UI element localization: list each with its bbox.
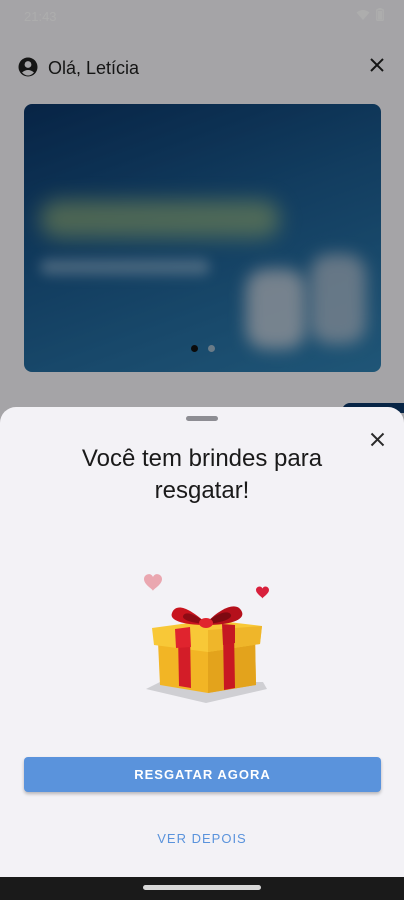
home-gesture-handle[interactable] bbox=[143, 885, 261, 890]
heart-icon bbox=[256, 586, 269, 599]
heart-icon bbox=[144, 574, 162, 591]
sheet-title: Você tem brindes para resgatar! bbox=[81, 445, 323, 504]
drag-handle[interactable] bbox=[186, 416, 218, 421]
gift-box-icon bbox=[144, 574, 269, 703]
rewards-bottom-sheet: Você tem brindes para resgatar! RESGATAR… bbox=[0, 407, 404, 877]
redeem-now-button[interactable]: RESGATAR AGORA bbox=[24, 757, 381, 792]
system-navigation-bar bbox=[0, 877, 404, 900]
close-icon[interactable] bbox=[369, 431, 386, 448]
see-later-button[interactable]: VER DEPOIS bbox=[140, 826, 264, 850]
